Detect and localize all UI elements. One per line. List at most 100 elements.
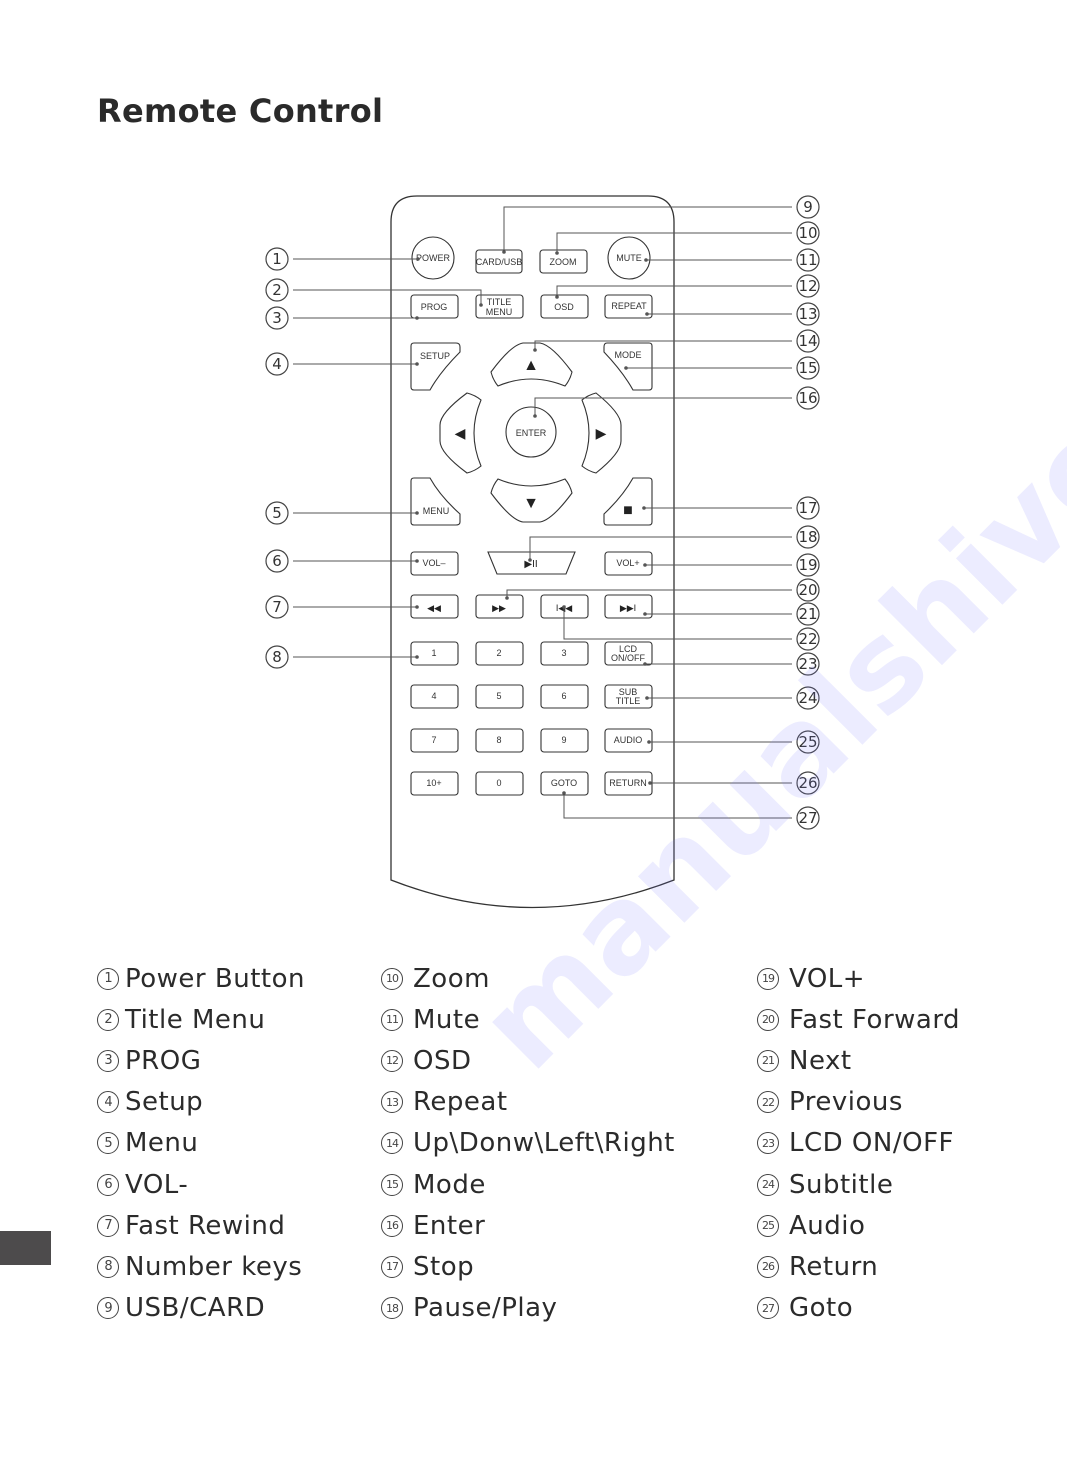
legend-label: Mode	[413, 1169, 486, 1200]
svg-text:8: 8	[496, 735, 501, 745]
svg-text:ENTER: ENTER	[516, 428, 547, 438]
svg-text:MENU: MENU	[486, 307, 513, 317]
fast-forward-button[interactable]: ▶▶	[475, 594, 524, 619]
vol-minus-button[interactable]: VOL–	[410, 551, 459, 576]
number-6-button[interactable]: 6	[540, 684, 589, 709]
legend-item: 7 Fast Rewind	[97, 1205, 305, 1246]
legend-item: 12 OSD	[381, 1040, 675, 1081]
stop-button[interactable]: ■	[603, 477, 653, 526]
page-side-tab	[0, 1231, 51, 1265]
repeat-button[interactable]: REPEAT	[604, 294, 653, 319]
number-7-button[interactable]: 7	[410, 728, 459, 753]
legend-item: 19 VOL+	[757, 958, 960, 999]
number-10-plus-button[interactable]: 10+	[410, 771, 459, 796]
legend-label: Previous	[789, 1087, 903, 1118]
legend-label: Zoom	[413, 963, 490, 994]
callout-anchor-dot	[555, 251, 559, 255]
number-1-button[interactable]: 1	[410, 641, 459, 666]
callout-anchor-dot	[645, 312, 649, 316]
svg-text:VOL–: VOL–	[422, 558, 445, 568]
svg-text:MUTE: MUTE	[616, 253, 642, 263]
zoom-button[interactable]: ZOOM	[539, 249, 588, 274]
subtitle-button[interactable]: SUB TITLE	[604, 684, 653, 709]
callout-number-icon: 27	[757, 1297, 779, 1320]
legend-label: Pause/Play	[413, 1293, 558, 1324]
svg-text:ZOOM: ZOOM	[550, 257, 577, 267]
legend-item: 18 Pause/Play	[381, 1288, 675, 1329]
legend-label: Fast Rewind	[125, 1210, 286, 1241]
svg-text:PROG: PROG	[421, 302, 448, 312]
number-3-button[interactable]: 3	[540, 641, 589, 666]
callout-number: 19	[798, 556, 817, 574]
svg-text:5: 5	[496, 691, 501, 701]
callout-number-icon: 25	[757, 1214, 779, 1237]
callout-number: 1	[272, 250, 282, 268]
callout-anchor-dot	[562, 605, 566, 609]
svg-text:ON/OFF: ON/OFF	[611, 653, 645, 663]
menu-button[interactable]: MENU	[410, 477, 461, 526]
up-button[interactable]: ▲	[490, 342, 573, 387]
down-button[interactable]: ▼	[490, 478, 573, 523]
callout-number-icon: 18	[381, 1297, 403, 1320]
callout-anchor-dot	[479, 303, 483, 307]
lcd-on-off-button[interactable]: LCD ON/OFF	[604, 641, 653, 666]
setup-button[interactable]: SETUP	[410, 342, 461, 391]
callout-anchor-dot	[415, 559, 419, 563]
number-2-button[interactable]: 2	[475, 641, 524, 666]
legend-item: 2 Title Menu	[97, 999, 305, 1040]
prog-button[interactable]: PROG	[410, 294, 459, 319]
legend-column-3: 19 VOL+ 20 Fast Forward 21 Next 22 Previous 23 LC…	[757, 958, 960, 1329]
svg-text:7: 7	[431, 735, 436, 745]
legend-label: Audio	[789, 1210, 866, 1241]
osd-button[interactable]: OSD	[540, 294, 589, 319]
legend-item: 8 Number keys	[97, 1246, 305, 1287]
callout-number: 25	[798, 733, 817, 751]
number-0-button[interactable]: 0	[475, 771, 524, 796]
svg-text:GOTO: GOTO	[551, 778, 577, 788]
callout-anchor-dot	[642, 506, 646, 510]
card-usb-button[interactable]: CARD/USB	[475, 249, 523, 274]
right-arrow-icon: ▶	[596, 425, 607, 441]
legend-item: 23 LCD ON/OFF	[757, 1123, 960, 1164]
callout-number-icon: 4	[97, 1091, 119, 1114]
callout-number: 26	[798, 774, 817, 792]
legend-item: 4 Setup	[97, 1082, 305, 1123]
title-menu-button[interactable]: TITLE MENU	[475, 294, 524, 319]
number-5-button[interactable]: 5	[475, 684, 524, 709]
audio-button[interactable]: AUDIO	[604, 728, 653, 753]
svg-text:OSD: OSD	[554, 302, 574, 312]
callout-number-icon: 21	[757, 1049, 779, 1072]
return-button[interactable]: RETURN	[604, 771, 653, 796]
number-9-button[interactable]: 9	[540, 728, 589, 753]
legend-item: 26 Return	[757, 1246, 960, 1287]
mute-button[interactable]: MUTE	[607, 236, 651, 280]
callout-number-icon: 12	[381, 1049, 403, 1072]
number-4-button[interactable]: 4	[410, 684, 459, 709]
legend-item: 20 Fast Forward	[757, 999, 960, 1040]
mode-button[interactable]: MODE	[603, 342, 653, 391]
enter-button[interactable]: ENTER	[505, 406, 557, 458]
callout-anchor-dot	[528, 558, 532, 562]
callout-number-icon: 16	[381, 1214, 403, 1237]
number-8-button[interactable]: 8	[475, 728, 524, 753]
callout-leader-line	[563, 793, 792, 819]
callout-anchor-dot	[505, 596, 509, 600]
legend-item: 22 Previous	[757, 1082, 960, 1123]
fast-forward-icon: ▶▶	[492, 603, 506, 613]
play-pause-button[interactable]: ▶II	[487, 551, 576, 575]
legend-label: Repeat	[413, 1087, 508, 1118]
svg-text:TITLE: TITLE	[487, 297, 512, 307]
left-button[interactable]: ◀	[439, 392, 482, 474]
callout-anchor-dot	[415, 655, 419, 659]
callout-number-icon: 9	[97, 1297, 119, 1320]
svg-text:RETURN: RETURN	[609, 778, 647, 788]
legend-label: Fast Forward	[789, 1004, 961, 1035]
legend-label: Menu	[125, 1128, 199, 1159]
callout-number: 21	[798, 605, 817, 623]
legend-item: 10 Zoom	[381, 958, 675, 999]
callout-anchor-dot	[416, 257, 420, 261]
legend-label: OSD	[413, 1045, 472, 1076]
callout-number-icon: 13	[381, 1091, 403, 1114]
callout-number: 2	[272, 281, 282, 299]
right-button[interactable]: ▶	[581, 392, 622, 474]
